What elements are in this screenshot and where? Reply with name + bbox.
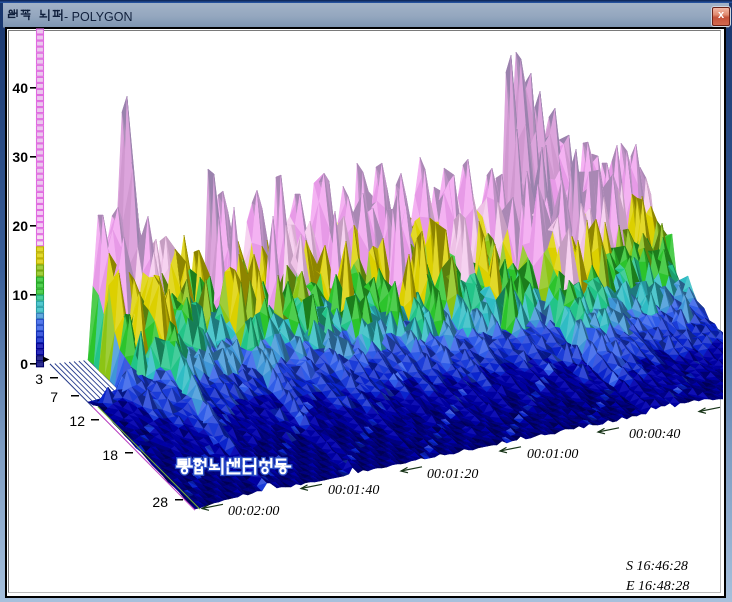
svg-text:30: 30: [12, 149, 28, 165]
svg-text:12: 12: [69, 413, 85, 429]
svg-text:00:02:00: 00:02:00: [228, 504, 279, 519]
svg-text:7: 7: [50, 389, 58, 405]
svg-text:18: 18: [102, 447, 118, 463]
svg-text:00:01:40: 00:01:40: [328, 483, 379, 498]
svg-text:10: 10: [12, 287, 28, 303]
svg-text:00:00:40: 00:00:40: [629, 427, 680, 442]
svg-text:0: 0: [20, 356, 28, 372]
svg-text:S 16:46:28: S 16:46:28: [626, 559, 688, 574]
svg-text:20: 20: [12, 218, 28, 234]
svg-text:40: 40: [12, 80, 28, 96]
svg-text:00:01:20: 00:01:20: [427, 467, 478, 482]
svg-text:3: 3: [35, 371, 43, 387]
svg-text:E 16:48:28: E 16:48:28: [625, 579, 689, 594]
svg-text:00:01:00: 00:01:00: [527, 447, 578, 462]
svg-text:28: 28: [152, 494, 168, 510]
